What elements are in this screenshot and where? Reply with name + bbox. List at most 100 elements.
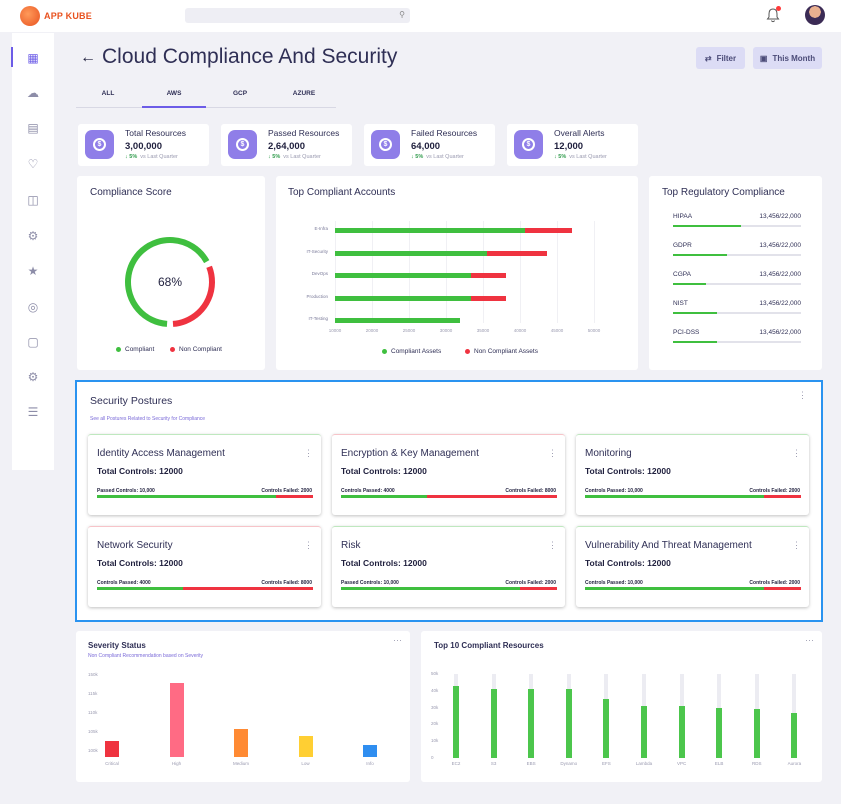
x-category-label: Lambda xyxy=(635,761,653,766)
resource-icon: $ xyxy=(371,130,400,159)
clipboard-icon[interactable]: ▤ xyxy=(26,121,40,135)
stat-passed-resources[interactable]: $ Passed Resources 2,64,000 ↓ 5% vs Last … xyxy=(221,124,352,166)
regulatory-name: PCI-DSS xyxy=(673,329,700,336)
resource-bar xyxy=(791,712,798,758)
posture-card[interactable]: Identity Access Management ⋮ Total Control… xyxy=(88,434,321,515)
posture-progress-failed xyxy=(276,495,313,498)
more-options-icon[interactable]: ⋮ xyxy=(304,540,313,551)
search-icon[interactable]: ⚲ xyxy=(399,10,405,19)
stat-overall-alerts[interactable]: $ Overall Alerts 12,000 ↓ 5% vs Last Quar… xyxy=(507,124,638,166)
y-tick-label: 40k xyxy=(431,687,439,693)
y-tick-label: 10k xyxy=(431,738,439,744)
posture-progress xyxy=(341,495,557,498)
period-label: This Month xyxy=(772,53,816,63)
regulatory-progress xyxy=(673,254,801,256)
app-logo[interactable]: APP KUBE xyxy=(20,6,92,26)
bar-compliant xyxy=(335,295,471,301)
back-button[interactable]: ← xyxy=(80,49,96,67)
x-tick-label: 30000 xyxy=(439,328,453,333)
x-category-label: EBS xyxy=(526,761,536,766)
x-tick-label: 35000 xyxy=(476,328,490,333)
posture-card[interactable]: Encryption & Key Management ⋮ Total Contro… xyxy=(332,434,565,515)
tab-azure[interactable]: AZURE xyxy=(272,90,336,97)
stat-label: Overall Alerts xyxy=(554,128,605,138)
legend-compliant-assets: Compliant Assets xyxy=(382,348,441,355)
more-options-icon[interactable]: ⋮ xyxy=(792,448,801,459)
dashboard-icon[interactable]: ▦ xyxy=(26,51,40,65)
security-postures-panel: Security Postures See all Postures Relat… xyxy=(75,380,823,622)
search-input[interactable]: ⚲ xyxy=(185,8,410,23)
alert-icon[interactable]: ♡ xyxy=(26,157,40,171)
page-title: Cloud Compliance And Security xyxy=(102,45,398,68)
resource-bar xyxy=(753,709,760,758)
grid-line xyxy=(557,221,558,323)
posture-total: Total Controls: 12000 xyxy=(97,466,183,476)
posture-total: Total Controls: 12000 xyxy=(585,558,671,568)
posture-title: Monitoring xyxy=(585,448,632,459)
more-options-icon[interactable]: ⋮ xyxy=(548,540,557,551)
notifications-button[interactable] xyxy=(766,6,781,23)
top-bar: APP KUBE ⚲ xyxy=(0,0,841,32)
legend-noncompliant: Non Compliant xyxy=(170,346,222,353)
more-options-icon[interactable]: ⋮ xyxy=(304,448,313,459)
x-category-label: Low xyxy=(301,761,310,766)
donut-value: 68% xyxy=(158,275,182,289)
x-tick-label: 40000 xyxy=(513,328,527,333)
stat-total-resources[interactable]: $ Total Resources 3,00,000 ↓ 5% vs Last Q… xyxy=(78,124,209,166)
posture-card[interactable]: Network Security ⋮ Total Controls: 12000 Co… xyxy=(88,526,321,607)
avatar[interactable] xyxy=(805,5,825,25)
compliance-score-card: Compliance Score 68% Compliant Non Compl… xyxy=(77,176,265,370)
accounts-chart: 10000 20000 25000 30000 35000 40000 45000 50000… xyxy=(276,176,638,370)
legend-compliant: Compliant xyxy=(116,346,154,353)
x-tick-label: 25000 xyxy=(402,328,416,333)
top-resources-card: Top 10 Compliant Resources ··· 0 10k 20k 30… xyxy=(421,631,822,782)
stat-delta: ↓ 5% vs Last Quarter xyxy=(411,154,464,160)
settings-icon[interactable]: ⚙ xyxy=(26,370,40,384)
regulatory-value: 13,456/22,000 xyxy=(759,271,801,278)
grid-line xyxy=(409,221,410,323)
x-category-label: VPC xyxy=(676,761,687,766)
lock-icon[interactable]: ◎ xyxy=(26,300,40,314)
cloud-icon[interactable]: ☁ xyxy=(26,86,40,100)
posture-failed: Controls Failed: 8000 xyxy=(261,580,312,586)
y-category-label: Production xyxy=(306,293,328,299)
posture-progress-failed xyxy=(520,587,557,590)
more-options-icon[interactable]: ⋮ xyxy=(548,448,557,459)
posture-progress-passed xyxy=(585,587,765,590)
resource-icon: $ xyxy=(514,130,543,159)
period-button[interactable]: ▣ This Month xyxy=(753,47,822,69)
filter-label: Filter xyxy=(716,53,737,63)
posture-failed: Controls Failed: 2000 xyxy=(749,580,800,586)
tab-gcp[interactable]: GCP xyxy=(208,90,272,97)
posture-passed: Controls Passed: 4000 xyxy=(341,488,395,494)
stat-failed-resources[interactable]: $ Failed Resources 64,000 ↓ 5% vs Last Qu… xyxy=(364,124,495,166)
posture-progress-passed xyxy=(97,587,184,590)
posture-card[interactable]: Vulnerability And Threat Management ⋮ Tota… xyxy=(576,526,809,607)
resource-icon: $ xyxy=(228,130,257,159)
regulatory-progress-fill xyxy=(673,283,707,285)
more-options-icon[interactable]: ⋮ xyxy=(792,540,801,551)
chip-icon[interactable]: ⚙ xyxy=(26,229,40,243)
more-options-icon[interactable]: ⋮ xyxy=(798,390,807,401)
y-category-label: DevOps xyxy=(311,271,328,276)
tab-aws[interactable]: AWS xyxy=(142,90,206,97)
tab-all[interactable]: ALL xyxy=(76,90,140,97)
x-category-label: EC2 xyxy=(451,761,461,766)
posture-progress-failed xyxy=(427,495,557,498)
filter-button[interactable]: ⇄ Filter xyxy=(696,47,745,69)
top-accounts-card: Top Compliant Accounts 10000 20000 25000 30… xyxy=(276,176,638,370)
y-tick-label: 0 xyxy=(431,755,434,760)
resource-bar xyxy=(716,707,723,758)
network-icon[interactable]: ★ xyxy=(26,264,40,278)
posture-card[interactable]: Monitoring ⋮ Total Controls: 12000 Controls… xyxy=(576,434,809,515)
resource-bar xyxy=(453,685,459,758)
severity-bar xyxy=(105,740,119,757)
layers-icon[interactable]: ☰ xyxy=(26,405,40,419)
y-category-label: E-Infra xyxy=(314,226,328,231)
severity-bar xyxy=(169,682,184,757)
box-icon[interactable]: ▢ xyxy=(26,335,40,349)
grid-line xyxy=(520,221,521,323)
x-category-label: Info xyxy=(366,761,374,766)
report-icon[interactable]: ◫ xyxy=(26,193,40,207)
posture-card[interactable]: Risk ⋮ Total Controls: 12000 Passed Control… xyxy=(332,526,565,607)
